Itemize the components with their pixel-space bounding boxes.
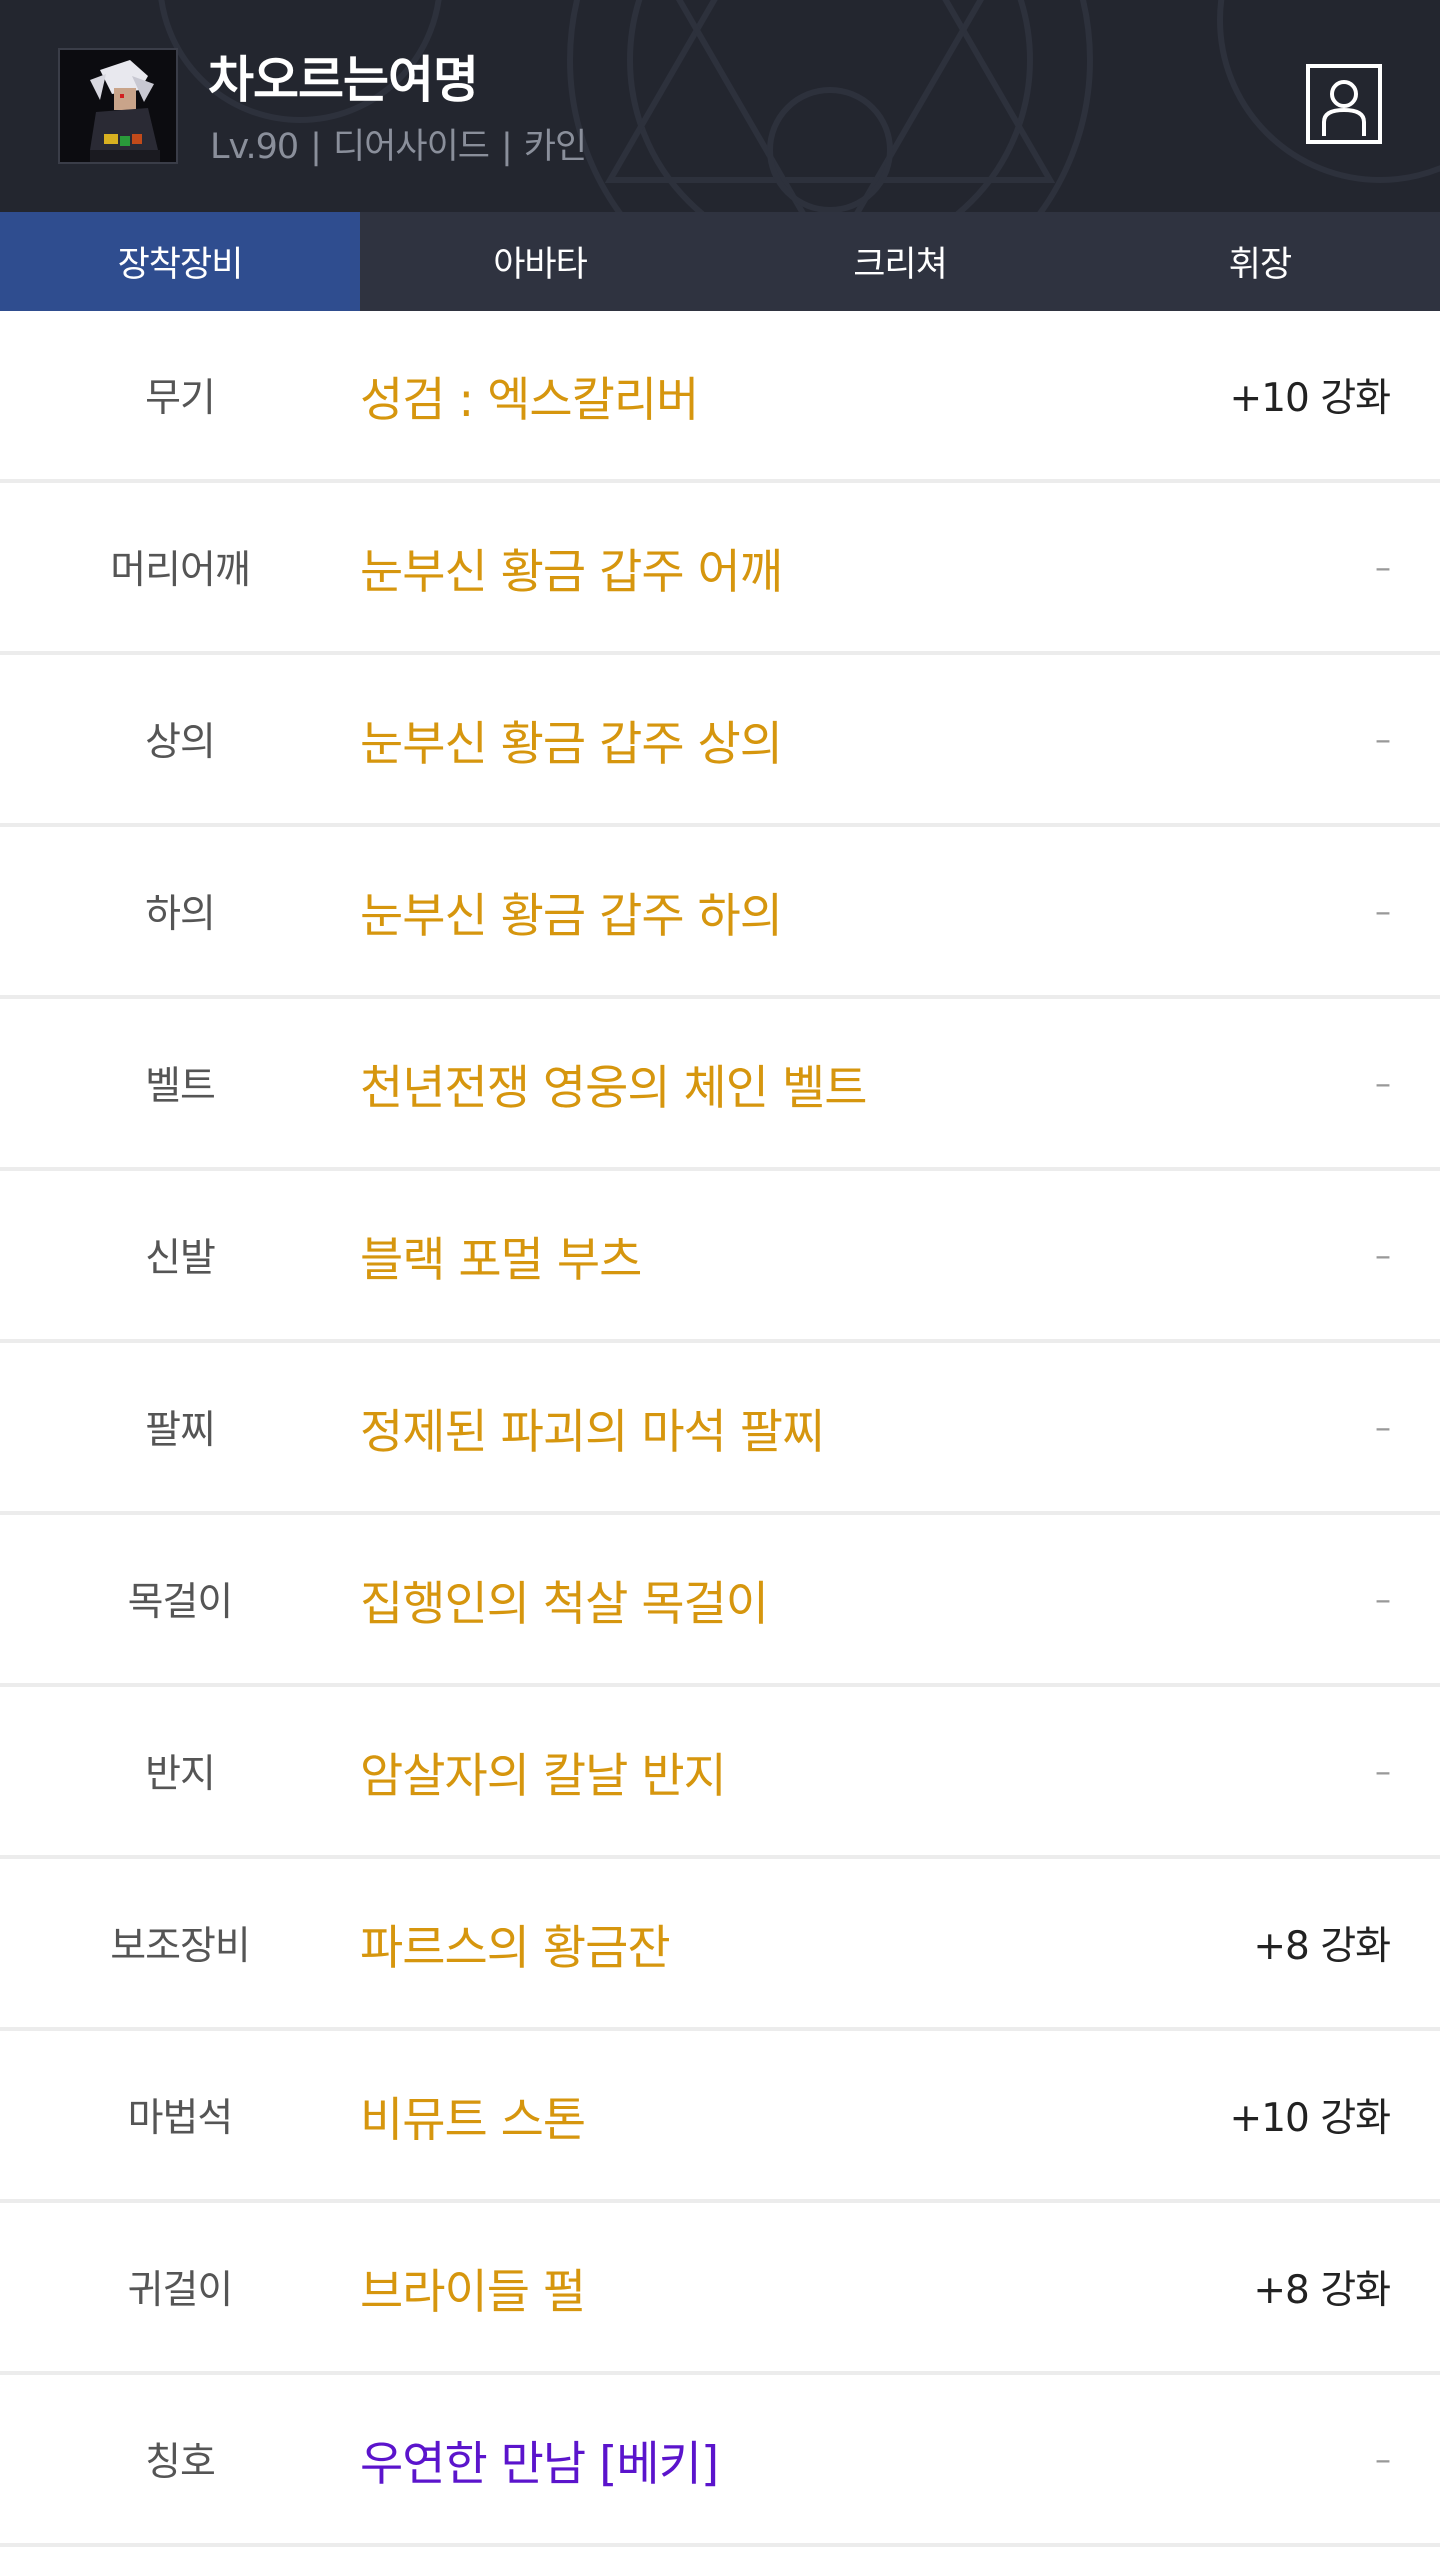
slot-label: 목걸이 (127, 1580, 234, 1625)
slot-label: 무기 (145, 376, 216, 421)
equipment-row[interactable]: 벨트 천년전쟁 영웅의 체인 벨트 – (0, 999, 1440, 1171)
item-name[interactable]: 우연한 만남 [베키] (360, 2375, 719, 2543)
equipment-row[interactable]: 하의 눈부신 황금 갑주 하의 – (0, 827, 1440, 999)
user-profile-icon (1306, 64, 1382, 144)
character-job: 디어사이드 (332, 127, 490, 167)
enhancement-status: +10 강화 (1229, 2096, 1391, 2141)
item-name[interactable]: 파르스의 황금잔 (360, 1859, 671, 2027)
character-portrait-icon (60, 50, 176, 162)
tab-equipped[interactable]: 장착장비 (0, 212, 360, 311)
character-level: Lv.90 (210, 127, 299, 167)
equipment-row[interactable]: 마법석 비뮤트 스톤 +10 강화 (0, 2031, 1440, 2203)
enhancement-status: +8 강화 (1253, 1924, 1391, 1969)
enhancement-status: – (1375, 548, 1391, 586)
item-name[interactable]: 집행인의 척살 목걸이 (360, 1515, 769, 1683)
meta-separator: | (500, 127, 513, 167)
slot-label: 보조장비 (110, 1924, 251, 1969)
enhancement-status: – (1375, 1408, 1391, 1446)
slot-label: 칭호 (145, 2440, 216, 2485)
tab-avatar[interactable]: 아바타 (360, 212, 720, 311)
item-name[interactable]: 천년전쟁 영웅의 체인 벨트 (360, 999, 867, 1167)
slot-label: 팔찌 (145, 1408, 216, 1453)
equipment-row[interactable]: 무기 성검 : 엑스칼리버 +10 강화 (0, 311, 1440, 483)
equipment-row[interactable]: 신발 블랙 포멀 부츠 – (0, 1171, 1440, 1343)
item-name[interactable]: 블랙 포멀 부츠 (360, 1171, 642, 1339)
equipment-row[interactable]: 보조장비 파르스의 황금잔 +8 강화 (0, 1859, 1440, 2031)
enhancement-status: – (1375, 1580, 1391, 1618)
tab-creature[interactable]: 크리쳐 (720, 212, 1080, 311)
slot-label: 마법석 (127, 2096, 234, 2141)
equipment-row[interactable]: 귀걸이 브라이들 펄 +8 강화 (0, 2203, 1440, 2375)
slot-label: 하의 (145, 892, 216, 937)
equipment-list: 무기 성검 : 엑스칼리버 +10 강화 머리어깨 눈부신 황금 갑주 어깨 – 상의 눈부신… (0, 311, 1440, 2547)
enhancement-status: – (1375, 1236, 1391, 1274)
equipment-row[interactable]: 머리어깨 눈부신 황금 갑주 어깨 – (0, 483, 1440, 655)
equipment-row[interactable]: 칭호 우연한 만남 [베키] – (0, 2375, 1440, 2547)
enhancement-status: – (1375, 1752, 1391, 1790)
equipment-row[interactable]: 목걸이 집행인의 척살 목걸이 – (0, 1515, 1440, 1687)
slot-label: 상의 (145, 720, 216, 765)
equipment-tabs: 장착장비 아바타 크리쳐 휘장 (0, 212, 1440, 311)
equipment-row[interactable]: 팔찌 정제된 파괴의 마석 팔찌 – (0, 1343, 1440, 1515)
item-name[interactable]: 눈부신 황금 갑주 하의 (360, 827, 783, 995)
item-name[interactable]: 눈부신 황금 갑주 어깨 (360, 483, 783, 651)
item-name[interactable]: 성검 : 엑스칼리버 (360, 311, 699, 479)
enhancement-status: – (1375, 892, 1391, 930)
item-name[interactable]: 비뮤트 스톤 (360, 2031, 586, 2199)
meta-separator: | (310, 127, 322, 167)
equipment-row[interactable]: 반지 암살자의 칼날 반지 – (0, 1687, 1440, 1859)
character-header: 차오르는여명 Lv.90 | 디어사이드 | 카인 (0, 0, 1440, 212)
item-name[interactable]: 암살자의 칼날 반지 (360, 1687, 727, 1855)
enhancement-status: – (1375, 720, 1391, 758)
item-name[interactable]: 눈부신 황금 갑주 상의 (360, 655, 783, 823)
slot-label: 반지 (145, 1752, 216, 1797)
item-name[interactable]: 브라이들 펄 (360, 2203, 586, 2371)
character-meta: Lv.90 | 디어사이드 | 카인 (210, 118, 587, 169)
character-avatar[interactable] (58, 48, 178, 164)
equipment-row[interactable]: 상의 눈부신 황금 갑주 상의 – (0, 655, 1440, 827)
character-server: 카인 (523, 127, 587, 167)
slot-label: 머리어깨 (110, 548, 251, 593)
profile-button[interactable] (1306, 64, 1382, 144)
character-name: 차오르는여명 (208, 51, 479, 109)
slot-label: 벨트 (145, 1064, 216, 1109)
enhancement-status: – (1375, 1064, 1391, 1102)
slot-label: 신발 (145, 1236, 216, 1281)
item-name[interactable]: 정제된 파괴의 마석 팔찌 (360, 1343, 825, 1511)
tab-emblem[interactable]: 휘장 (1080, 212, 1440, 311)
slot-label: 귀걸이 (127, 2268, 234, 2313)
enhancement-status: – (1375, 2440, 1391, 2478)
enhancement-status: +8 강화 (1253, 2268, 1391, 2313)
enhancement-status: +10 강화 (1229, 376, 1391, 421)
